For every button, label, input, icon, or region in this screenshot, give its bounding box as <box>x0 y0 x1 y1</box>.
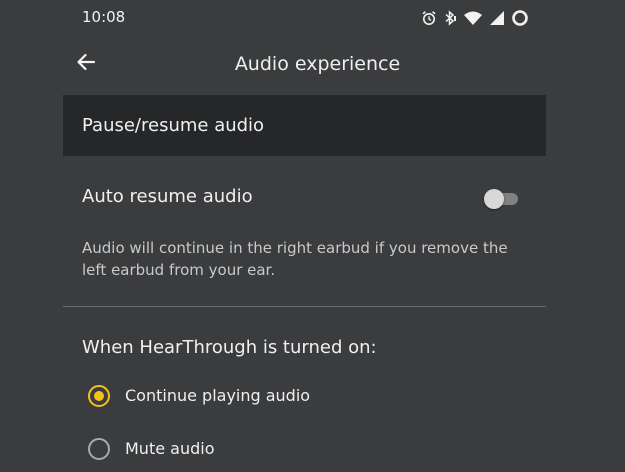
toggle-thumb <box>484 189 504 209</box>
auto-resume-row[interactable]: Auto resume audio <box>63 170 546 224</box>
radio-label: Continue playing audio <box>125 386 311 405</box>
wifi-icon <box>463 10 483 26</box>
bluetooth-icon <box>443 10 457 26</box>
auto-resume-label: Auto resume audio <box>82 186 253 207</box>
radio-button[interactable] <box>88 385 110 407</box>
app-bar: Audio experience <box>0 40 625 88</box>
radio-continue-playing[interactable]: Continue playing audio <box>86 381 486 411</box>
page-title: Audio experience <box>234 53 401 75</box>
battery-icon <box>511 9 529 27</box>
status-bar: 10:08 <box>0 0 625 36</box>
alarm-icon <box>421 10 437 26</box>
radio-label: Mute audio <box>125 439 215 458</box>
section-header-label: Pause/resume audio <box>82 115 265 136</box>
status-icons <box>421 9 529 27</box>
section-header: Pause/resume audio <box>63 95 546 156</box>
radio-selected-dot <box>94 391 104 401</box>
signal-icon <box>489 10 505 26</box>
auto-resume-description: Audio will continue in the right earbud … <box>82 239 508 279</box>
auto-resume-toggle[interactable] <box>484 189 518 209</box>
radio-button[interactable] <box>88 438 110 460</box>
divider <box>63 306 546 307</box>
hearthrough-heading: When HearThrough is turned on: <box>82 337 377 358</box>
status-time: 10:08 <box>82 8 126 26</box>
screen: 10:08 Audio experience Pause/resume audi… <box>0 0 625 472</box>
radio-mute-audio[interactable]: Mute audio <box>86 434 486 464</box>
